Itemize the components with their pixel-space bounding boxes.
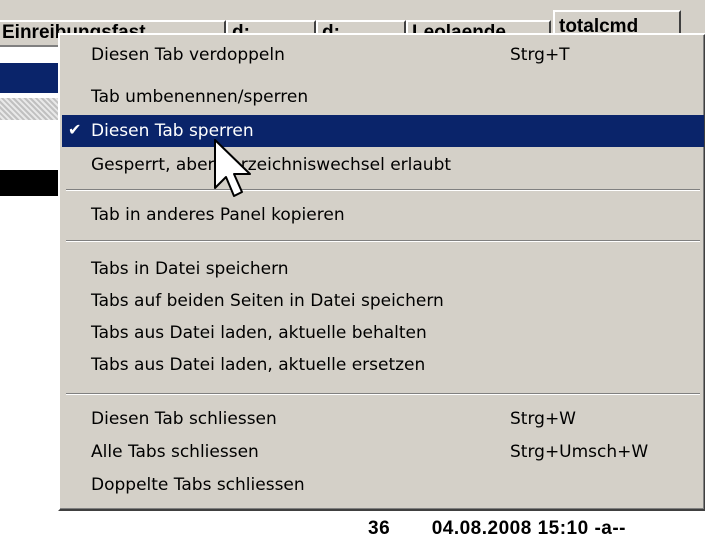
menu-item-copy-to-other-panel[interactable]: Tab in anderes Panel kopieren	[62, 199, 704, 231]
panel-header-blue	[0, 63, 60, 93]
file-status-line: 36 04.08.2008 15:10 -a--	[368, 518, 626, 540]
menu-item-label: Diesen Tab schliessen	[91, 409, 277, 429]
menu-item-load-tabs-keep[interactable]: Tabs aus Datei laden, aktuelle behalten	[62, 317, 704, 349]
menu-item-shortcut: Strg+W	[510, 409, 576, 429]
menu-separator	[66, 189, 700, 191]
panel-column-header	[0, 98, 60, 120]
menu-item-lock-tab[interactable]: ✔ Diesen Tab sperren	[62, 115, 704, 147]
menu-item-label: Tabs aus Datei laden, aktuelle ersetzen	[91, 355, 426, 375]
menu-item-duplicate-tab[interactable]: Diesen Tab verdoppeln Strg+T	[62, 39, 704, 71]
mouse-pointer-icon	[214, 139, 251, 197]
menu-item-label: Gesperrt, aber Verzeichniswechsel erlaub…	[91, 155, 452, 175]
menu-separator	[66, 393, 700, 395]
tab-context-menu: Diesen Tab verdoppeln Strg+T Tab umbenen…	[58, 33, 705, 511]
menu-item-label: Tabs in Datei speichern	[91, 259, 289, 279]
menu-separator	[66, 240, 700, 242]
checkmark-icon: ✔	[68, 120, 82, 139]
file-attributes: -a--	[594, 518, 627, 539]
panel-selected-row	[0, 170, 60, 196]
menu-item-close-all-tabs[interactable]: Alle Tabs schliessen Strg+Umsch+W	[62, 436, 704, 468]
menu-item-shortcut: Strg+Umsch+W	[510, 442, 649, 462]
menu-item-save-tabs-both-sides[interactable]: Tabs auf beiden Seiten in Datei speicher…	[62, 285, 704, 317]
menu-item-label: Diesen Tab verdoppeln	[91, 45, 285, 65]
menu-item-label: Doppelte Tabs schliessen	[91, 475, 305, 495]
menu-item-rename-lock-tab[interactable]: Tab umbenennen/sperren	[62, 81, 704, 113]
menu-item-label: Tabs auf beiden Seiten in Datei speicher…	[91, 291, 444, 311]
file-datetime: 04.08.2008 15:10	[431, 518, 589, 539]
menu-item-label: Tab umbenennen/sperren	[91, 87, 309, 107]
file-count: 36	[368, 518, 391, 539]
menu-item-save-tabs[interactable]: Tabs in Datei speichern	[62, 253, 704, 285]
menu-item-label: Tabs aus Datei laden, aktuelle behalten	[91, 323, 427, 343]
menu-item-shortcut: Strg+T	[510, 45, 570, 65]
menu-item-close-tab[interactable]: Diesen Tab schliessen Strg+W	[62, 403, 704, 435]
menu-item-label: Tab in anderes Panel kopieren	[91, 205, 345, 225]
menu-item-close-duplicate-tabs[interactable]: Doppelte Tabs schliessen	[62, 469, 704, 501]
menu-item-label: Alle Tabs schliessen	[91, 442, 259, 462]
menu-item-load-tabs-replace[interactable]: Tabs aus Datei laden, aktuelle ersetzen	[62, 349, 704, 381]
menu-item-locked-allow-dir-change[interactable]: Gesperrt, aber Verzeichniswechsel erlaub…	[62, 149, 704, 181]
